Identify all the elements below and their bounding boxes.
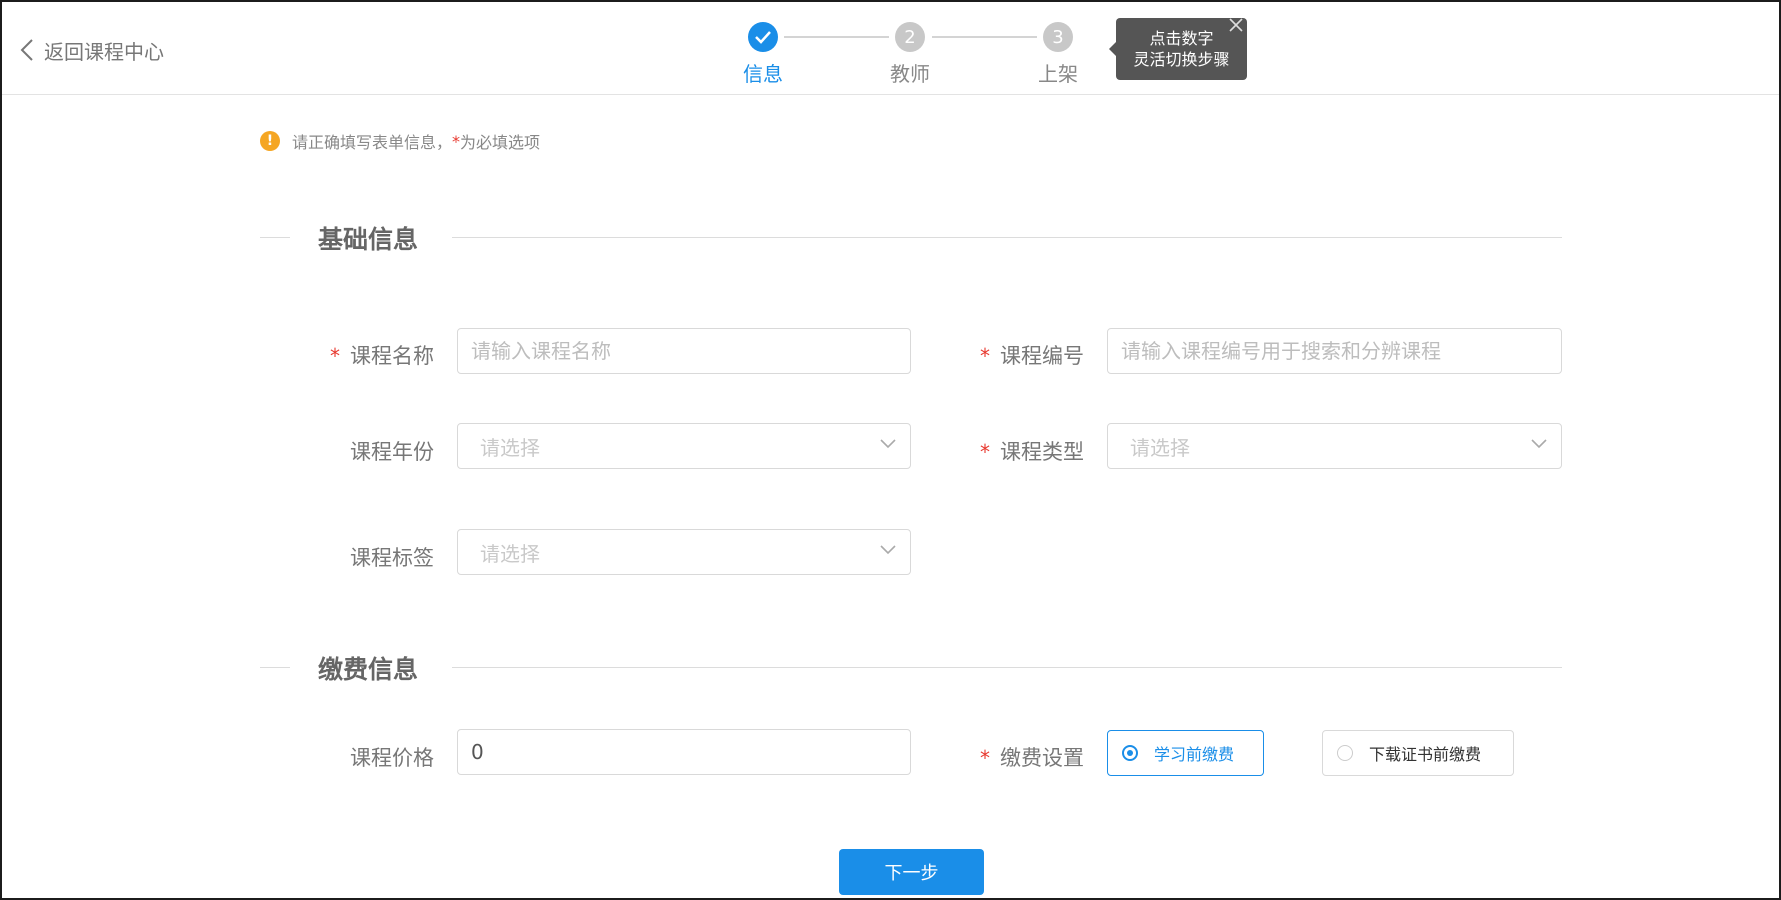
step-3-circle[interactable]: 3 bbox=[1043, 22, 1073, 52]
required-star: * bbox=[980, 344, 990, 368]
course-code-label-text: 课程编号 bbox=[1000, 344, 1084, 368]
course-name-label-text: 课程名称 bbox=[350, 344, 434, 368]
pay-before-study-label: 学习前缴费 bbox=[1154, 745, 1235, 764]
warning-icon: ! bbox=[260, 131, 280, 151]
close-icon[interactable] bbox=[1227, 16, 1245, 34]
course-price-label-text: 课程价格 bbox=[350, 746, 434, 770]
step-connector bbox=[932, 36, 1037, 38]
required-star: * bbox=[980, 440, 990, 464]
payment-setting-label-text: 缴费设置 bbox=[1000, 746, 1084, 770]
chevron-down-icon bbox=[1531, 439, 1547, 449]
step-2-number: 2 bbox=[904, 26, 916, 48]
header-bar: 返回课程中心 2 3 信息 教师 上架 点击数字 灵活切换步骤 bbox=[2, 2, 1779, 95]
required-star: * bbox=[980, 746, 990, 770]
payment-setting-label: * 缴费设置 bbox=[974, 742, 1084, 772]
course-type-select[interactable]: 请选择 bbox=[1107, 423, 1562, 469]
course-type-label-text: 课程类型 bbox=[1000, 440, 1084, 464]
course-form-page: 返回课程中心 2 3 信息 教师 上架 点击数字 灵活切换步骤 ! 请正确填写表… bbox=[2, 2, 1779, 898]
step-connector bbox=[784, 36, 889, 38]
next-step-button[interactable]: 下一步 bbox=[839, 849, 984, 895]
section-divider bbox=[260, 667, 290, 668]
form-notice: ! 请正确填写表单信息， * 为必填选项 bbox=[260, 129, 540, 153]
course-year-label: 课程年份 bbox=[324, 436, 434, 466]
step-3-label[interactable]: 上架 bbox=[1038, 58, 1078, 87]
notice-text-after: 为必填选项 bbox=[460, 133, 541, 152]
notice-text-before: 请正确填写表单信息， bbox=[292, 133, 453, 152]
section-payment-info: 缴费信息 bbox=[260, 650, 1562, 684]
course-tags-select[interactable]: 请选择 bbox=[457, 529, 911, 575]
notice-star: * bbox=[452, 131, 461, 151]
step-3-number: 3 bbox=[1052, 26, 1064, 48]
course-tags-label-text: 课程标签 bbox=[350, 546, 434, 570]
chevron-down-icon bbox=[880, 439, 896, 449]
section-divider bbox=[452, 667, 1562, 668]
course-code-field[interactable] bbox=[1107, 328, 1562, 374]
course-tags-placeholder: 请选择 bbox=[480, 541, 540, 566]
radio-checked-icon bbox=[1122, 745, 1138, 761]
step-2-circle[interactable]: 2 bbox=[895, 22, 925, 52]
course-type-placeholder: 请选择 bbox=[1130, 435, 1190, 460]
required-star: * bbox=[330, 344, 340, 368]
chevron-down-icon bbox=[880, 545, 896, 555]
pay-before-certificate-radio[interactable]: 下载证书前缴费 bbox=[1322, 730, 1514, 776]
step-1-label[interactable]: 信息 bbox=[743, 58, 783, 87]
course-name-label: * 课程名称 bbox=[324, 340, 434, 370]
section-divider bbox=[260, 237, 290, 238]
course-price-field[interactable] bbox=[457, 729, 911, 775]
pay-before-study-radio[interactable]: 学习前缴费 bbox=[1107, 730, 1264, 776]
section-title: 缴费信息 bbox=[318, 655, 419, 684]
section-divider bbox=[452, 237, 1562, 238]
course-type-label: * 课程类型 bbox=[974, 436, 1084, 466]
course-year-placeholder: 请选择 bbox=[480, 435, 540, 460]
course-name-input[interactable] bbox=[471, 329, 910, 373]
course-code-label: * 课程编号 bbox=[974, 340, 1084, 370]
course-price-label: 课程价格 bbox=[324, 742, 434, 772]
pay-before-certificate-label: 下载证书前缴费 bbox=[1369, 745, 1482, 764]
tooltip-line-2: 灵活切换步骤 bbox=[1133, 50, 1230, 69]
section-title: 基础信息 bbox=[318, 225, 419, 254]
course-tags-label: 课程标签 bbox=[324, 542, 434, 572]
course-name-field[interactable] bbox=[457, 328, 911, 374]
course-code-input[interactable] bbox=[1121, 329, 1561, 373]
step-indicator: 2 3 信息 教师 上架 bbox=[2, 2, 1779, 95]
check-icon bbox=[755, 31, 771, 44]
course-price-input[interactable] bbox=[471, 730, 910, 774]
section-basic-info: 基础信息 bbox=[260, 220, 1562, 254]
course-year-label-text: 课程年份 bbox=[350, 440, 434, 464]
radio-unchecked-icon bbox=[1337, 745, 1353, 761]
step-1-circle[interactable] bbox=[748, 22, 778, 52]
step-hint-tooltip: 点击数字 灵活切换步骤 bbox=[1109, 16, 1247, 80]
course-year-select[interactable]: 请选择 bbox=[457, 423, 911, 469]
step-2-label[interactable]: 教师 bbox=[890, 58, 930, 87]
